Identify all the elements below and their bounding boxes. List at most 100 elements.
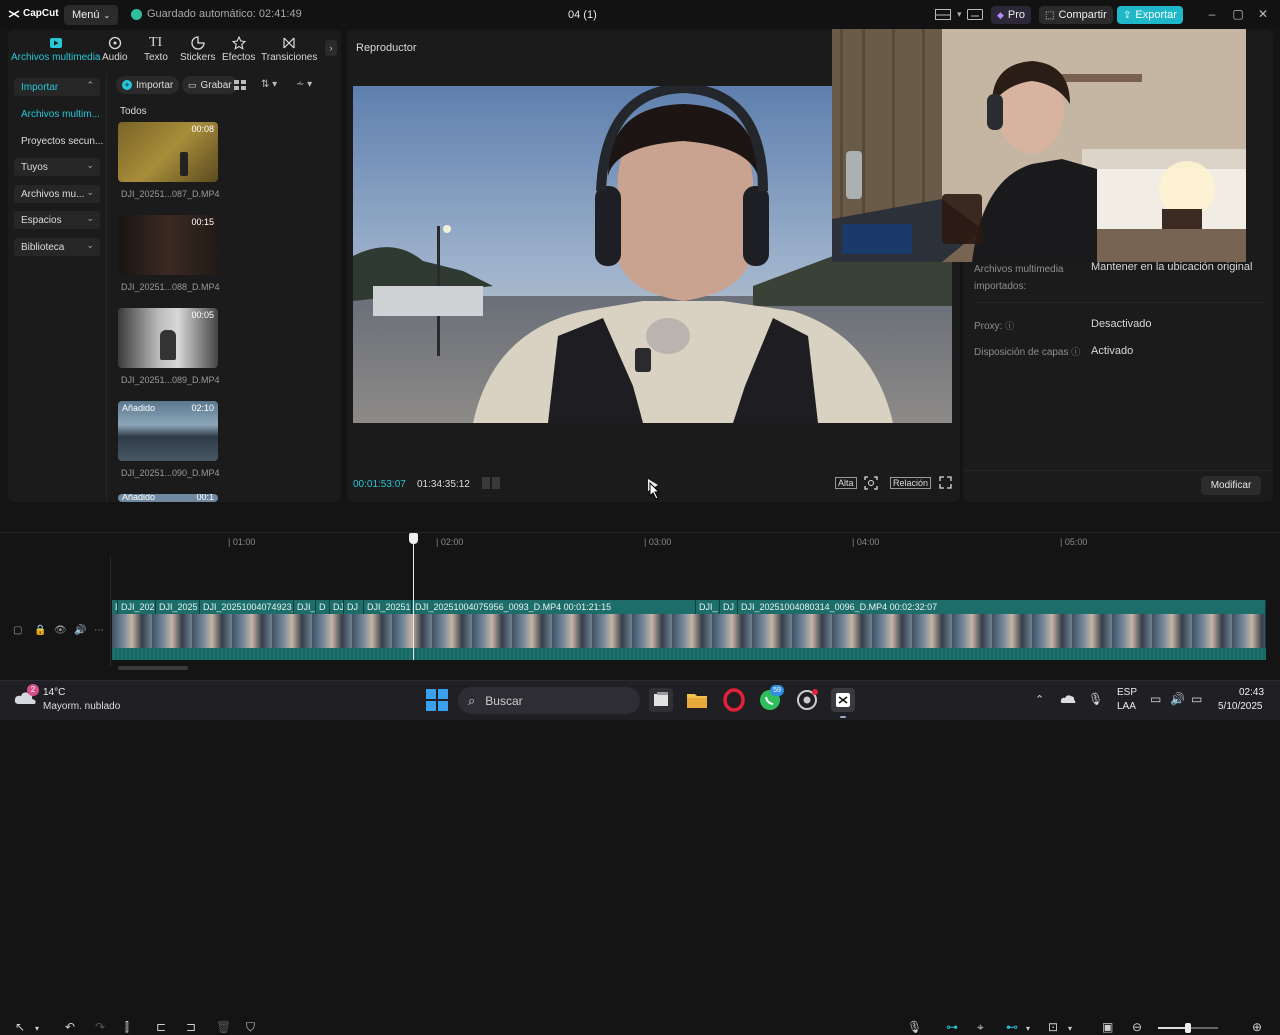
tabs-scroll-right-icon[interactable]: › [325,40,337,56]
track-cover-icon[interactable]: ▢ [13,625,22,636]
export-button[interactable]: ⇪ Exportar [1117,6,1183,24]
media-item[interactable]: 00:15 [118,215,218,275]
zoom-in-icon[interactable]: ⊕ [1252,1020,1262,1034]
undo-icon[interactable]: ↶ [65,1020,75,1034]
split-left-icon[interactable]: ⊏ [156,1020,166,1034]
clock-time[interactable]: 02:43 [1239,687,1264,698]
tab-audio[interactable]: Audio [102,36,128,63]
language-label[interactable]: ESP [1117,687,1137,698]
quality-button[interactable]: Alta [835,477,857,489]
speaker-icon[interactable]: 🔊 [74,625,86,636]
chevron-down-icon[interactable]: ▾ [35,1024,39,1033]
clip-thumbnails[interactable] [112,614,1266,648]
taskbar-search[interactable]: ⌕ Buscar [458,687,640,714]
close-icon[interactable]: ✕ [1257,8,1269,20]
sidebar-item-secondary-projects[interactable]: Proyectos secun... [21,136,103,147]
fullscreen-icon[interactable] [939,476,952,489]
media-item[interactable]: 00:05 [118,308,218,368]
snap-icon[interactable]: ⌖ [977,1020,984,1035]
detail-value-layer-layout[interactable]: Activado [1091,345,1133,357]
clip-label[interactable]: DJI_ [696,600,720,614]
media-item[interactable]: 00:08 [118,122,218,182]
clock-date[interactable]: 5/10/2025 [1218,701,1263,712]
zoom-slider-handle[interactable] [1185,1023,1191,1033]
eye-icon[interactable]: 👁 [54,625,67,636]
sidebar-item-media-2[interactable]: Archivos mu... ⌄ [14,185,100,203]
battery-icon[interactable]: ▭ [1191,692,1202,706]
cursor-select-icon[interactable]: ↖ [15,1020,25,1034]
info-icon[interactable]: ⓘ [1005,321,1014,331]
file-explorer-icon[interactable] [685,688,709,712]
volume-icon[interactable]: 🔊 [1170,692,1185,706]
sidebar-import-button[interactable]: Importar ⌃ [14,78,100,96]
zoom-out-icon[interactable]: ⊖ [1132,1020,1142,1034]
chevron-down-icon[interactable]: ▾ [1026,1024,1030,1033]
clip-label[interactable]: DJ [720,600,738,614]
minimize-icon[interactable]: – [1206,8,1218,20]
task-view-icon[interactable] [649,688,673,712]
modify-button[interactable]: Modificar [1201,476,1261,495]
playhead[interactable] [413,533,414,660]
chevron-down-icon[interactable]: ▾ [1068,1024,1072,1033]
chrome-icon[interactable] [795,688,819,712]
clip-label[interactable]: DJI_20251004080314_0096_D.MP4 00:02:32:0… [738,600,1266,614]
clip-label[interactable]: DJI_20251004074923_ [200,600,294,614]
more-icon[interactable]: ⋯ [94,625,104,636]
maximize-icon[interactable]: ▢ [1232,8,1244,20]
link-clips-icon[interactable]: ⊷ [1006,1020,1018,1034]
share-button[interactable]: ⬚ Compartir [1039,6,1113,24]
media-item[interactable]: Añadido 00:1 [118,494,218,502]
microphone-tray-icon[interactable]: 🎙 [1088,692,1103,706]
aspect-ratio-button[interactable]: Relación [890,477,932,489]
project-title[interactable]: 04 (1) [568,9,597,21]
weather-widget[interactable]: 2 [14,684,39,708]
preview-axis-icon[interactable]: ⊡ [1048,1020,1058,1034]
clip-label[interactable]: DJI_202510 [364,600,412,614]
playhead-handle[interactable] [409,533,418,544]
tab-effects[interactable]: Efectos [222,36,255,63]
onedrive-icon[interactable] [1060,692,1076,704]
capcut-taskbar-icon[interactable] [831,688,855,712]
layout-dropdown-icon[interactable]: ▾ [957,9,962,20]
split-right-icon[interactable]: ⊐ [186,1020,196,1034]
caption-icon[interactable]: ▣ [1102,1020,1113,1034]
fit-frame-icon[interactable] [864,476,878,490]
clip-label[interactable]: DJ [344,600,364,614]
sidebar-item-library[interactable]: Biblioteca ⌄ [14,238,100,256]
network-icon[interactable]: ▭ [1150,692,1161,706]
clip-label[interactable]: DJI_2025 [156,600,200,614]
menu-button[interactable]: Menú ⌄ [64,5,119,25]
magnet-link-icon[interactable]: ⊶ [946,1020,958,1034]
filter-icon[interactable]: ⩪ ▾ [296,79,312,90]
layout-icon[interactable] [935,9,951,20]
clip-label[interactable]: D [316,600,330,614]
timeline-ruler[interactable] [110,534,1280,548]
clip-label[interactable]: DJ [330,600,344,614]
info-icon[interactable]: ⓘ [1071,347,1080,357]
grid-view-icon[interactable] [234,80,246,90]
pro-button[interactable]: ◆ Pro [991,6,1032,24]
media-item[interactable]: Añadido 02:10 [118,401,218,461]
clip-label[interactable]: DJI_202 [118,600,156,614]
clip-label[interactable]: DJI_ [294,600,316,614]
tab-stickers[interactable]: Stickers [180,36,216,63]
microphone-icon[interactable]: 🎙 [907,1020,922,1034]
timeline-scrollbar[interactable] [118,666,188,670]
tab-transitions[interactable]: Transiciones [261,36,317,63]
sidebar-item-media[interactable]: Archivos multim... [21,109,100,120]
sidebar-item-yours[interactable]: Tuyos ⌄ [14,158,100,176]
keyboard-icon[interactable] [967,9,983,20]
windows-start-icon[interactable] [426,689,448,711]
split-icon[interactable]: ⫿ [125,1020,129,1035]
whatsapp-icon[interactable]: 59 [758,685,784,712]
detail-value-proxy[interactable]: Desactivado [1091,318,1152,330]
sort-icon[interactable]: ⇅ ▾ [261,79,277,90]
opera-icon[interactable] [722,688,746,712]
lock-icon[interactable]: 🔒 [34,625,46,636]
tab-text[interactable]: TI Texto [144,36,168,64]
record-button[interactable]: ▭ Grabar [182,76,238,94]
tab-media[interactable]: Archivos multimedia [11,36,100,63]
shield-icon[interactable]: ⛉ [246,1020,255,1035]
chevron-up-icon[interactable]: ⌃ [1035,693,1044,706]
clip-label[interactable]: DJI_20251004075956_0093_D.MP4 00:01:21:1… [412,600,696,614]
